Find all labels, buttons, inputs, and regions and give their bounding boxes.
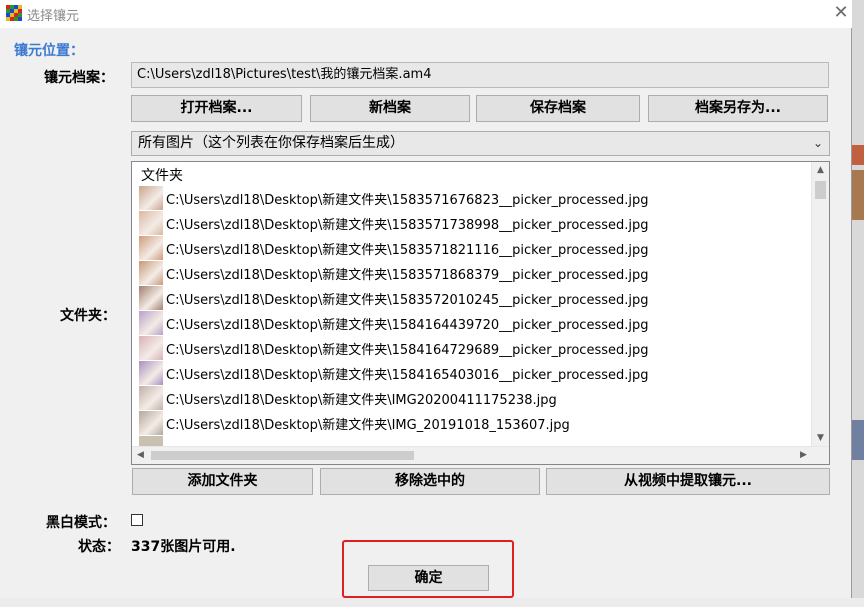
list-item[interactable]: C:\Users\zdl18\Desktop\新建文件夹\IMG20200411… [139,386,809,410]
list-item[interactable]: C:\Users\zdl18\Desktop\新建文件夹\15835718683… [139,261,809,285]
thumbnail [139,436,163,446]
list-item[interactable]: C:\Users\zdl18\Desktop\新建文件夹\15835717389… [139,211,809,235]
add-folder-button[interactable]: 添加文件夹 [132,468,313,495]
dialog-window: 选择镶元 ✕ 镶元位置： 镶元档案： C:\Users\zdl18\Pictur… [0,0,852,607]
list-item[interactable]: C:\Users\zdl18\Desktop\新建文件夹\15835718211… [139,236,809,260]
save-archive-button[interactable]: 保存档案 [476,95,640,122]
background-window-edge [852,0,864,607]
open-archive-button[interactable]: 打开档案... [131,95,302,122]
thumbnail [139,386,163,410]
background-window-strip [0,598,864,607]
list-item-path: C:\Users\zdl18\Desktop\新建文件夹\15835716768… [166,193,649,208]
remove-selected-button[interactable]: 移除选中的 [320,468,540,495]
folder-label: 文件夹： [60,308,116,324]
horizontal-scrollbar[interactable]: ◀ ▶ [132,446,829,464]
list-item-path: C:\Users\zdl18\Desktop\新建文件夹\15835718683… [166,268,649,283]
horizontal-scroll-thumb[interactable] [151,451,414,460]
thumbnail [139,236,163,260]
scroll-right-icon[interactable]: ▶ [795,447,812,464]
window-title: 选择镶元 [27,9,80,24]
save-archive-as-button[interactable]: 档案另存为... [648,95,828,122]
list-item[interactable]: C:\Users\zdl18\Desktop\新建文件夹\15835720102… [139,286,809,310]
scroll-up-icon[interactable]: ▲ [812,162,829,179]
thumbnail [139,286,163,310]
status-label: 状态： [78,539,120,555]
scroll-corner [812,447,829,464]
thumbnail [139,186,163,210]
list-item-path: C:\Users\zdl18\Desktop\新建文件夹\IMG_2019101… [166,418,570,433]
new-archive-button[interactable]: 新档案 [310,95,470,122]
extract-from-video-button[interactable]: 从视频中提取镶元... [546,468,830,495]
thumbnail [139,211,163,235]
thumbnail [139,261,163,285]
close-icon[interactable]: ✕ [830,1,852,25]
list-item-path: C:\Users\zdl18\Desktop\新建文件夹\15841654030… [166,368,649,383]
image-filter-selected: 所有图片（这个列表在你保存档案后生成） [138,135,404,151]
thumbnail [139,311,163,335]
image-filter-dropdown[interactable]: 所有图片（这个列表在你保存档案后生成） ⌄ [131,131,830,156]
scroll-down-icon[interactable]: ▼ [812,430,829,447]
archive-path-field[interactable]: C:\Users\zdl18\Pictures\test\我的镶元档案.am4 [131,62,829,88]
list-item[interactable]: C:\Users\zdl18\Desktop\新建文件夹\15841644397… [139,311,809,335]
thumbnail [139,411,163,435]
list-item-path: C:\Users\zdl18\Desktop\新建文件夹\IMG20200411… [166,393,557,408]
list-item[interactable]: C:\Users\zdl18\Desktop\新建文件夹\IMG_2019101… [139,411,809,435]
list-item[interactable]: C:\Users\zdl18\Desktop\新建文件夹\15841654030… [139,361,809,385]
bw-mode-label: 黑白模式： [46,515,116,531]
thumbnail [139,336,163,360]
vertical-scrollbar[interactable]: ▲ ▼ [811,162,829,447]
list-item[interactable]: C:\Users\zdl18\Desktop\新建文件夹\15835716768… [139,186,809,210]
archive-label: 镶元档案： [44,70,114,86]
list-header: 文件夹 [141,168,183,184]
ok-button[interactable]: 确定 [368,565,489,591]
image-list[interactable]: 文件夹 C:\Users\zdl18\Desktop\新建文件夹\1583571… [131,161,830,465]
section-label: 镶元位置： [14,43,84,59]
list-item-path: C:\Users\zdl18\Desktop\新建文件夹\15835718211… [166,243,649,258]
list-item-path: C:\Users\zdl18\Desktop\新建文件夹\15835717389… [166,218,649,233]
title-bar: 选择镶元 ✕ [0,0,852,28]
bw-mode-checkbox[interactable] [131,514,143,526]
vertical-scroll-thumb[interactable] [815,181,826,199]
app-icon [6,5,22,21]
thumbnail [139,361,163,385]
chevron-down-icon: ⌄ [812,136,823,150]
list-item[interactable]: C:\Users\zdl18\Desktop\新建文件夹\15841647296… [139,336,809,360]
list-item-path: C:\Users\zdl18\Desktop\新建文件夹\15841644397… [166,318,649,333]
status-value: 337张图片可用. [131,539,236,555]
scroll-left-icon[interactable]: ◀ [132,447,149,464]
list-item-path: C:\Users\zdl18\Desktop\新建文件夹\15841647296… [166,343,649,358]
list-item-path: C:\Users\zdl18\Desktop\新建文件夹\15835720102… [166,293,649,308]
